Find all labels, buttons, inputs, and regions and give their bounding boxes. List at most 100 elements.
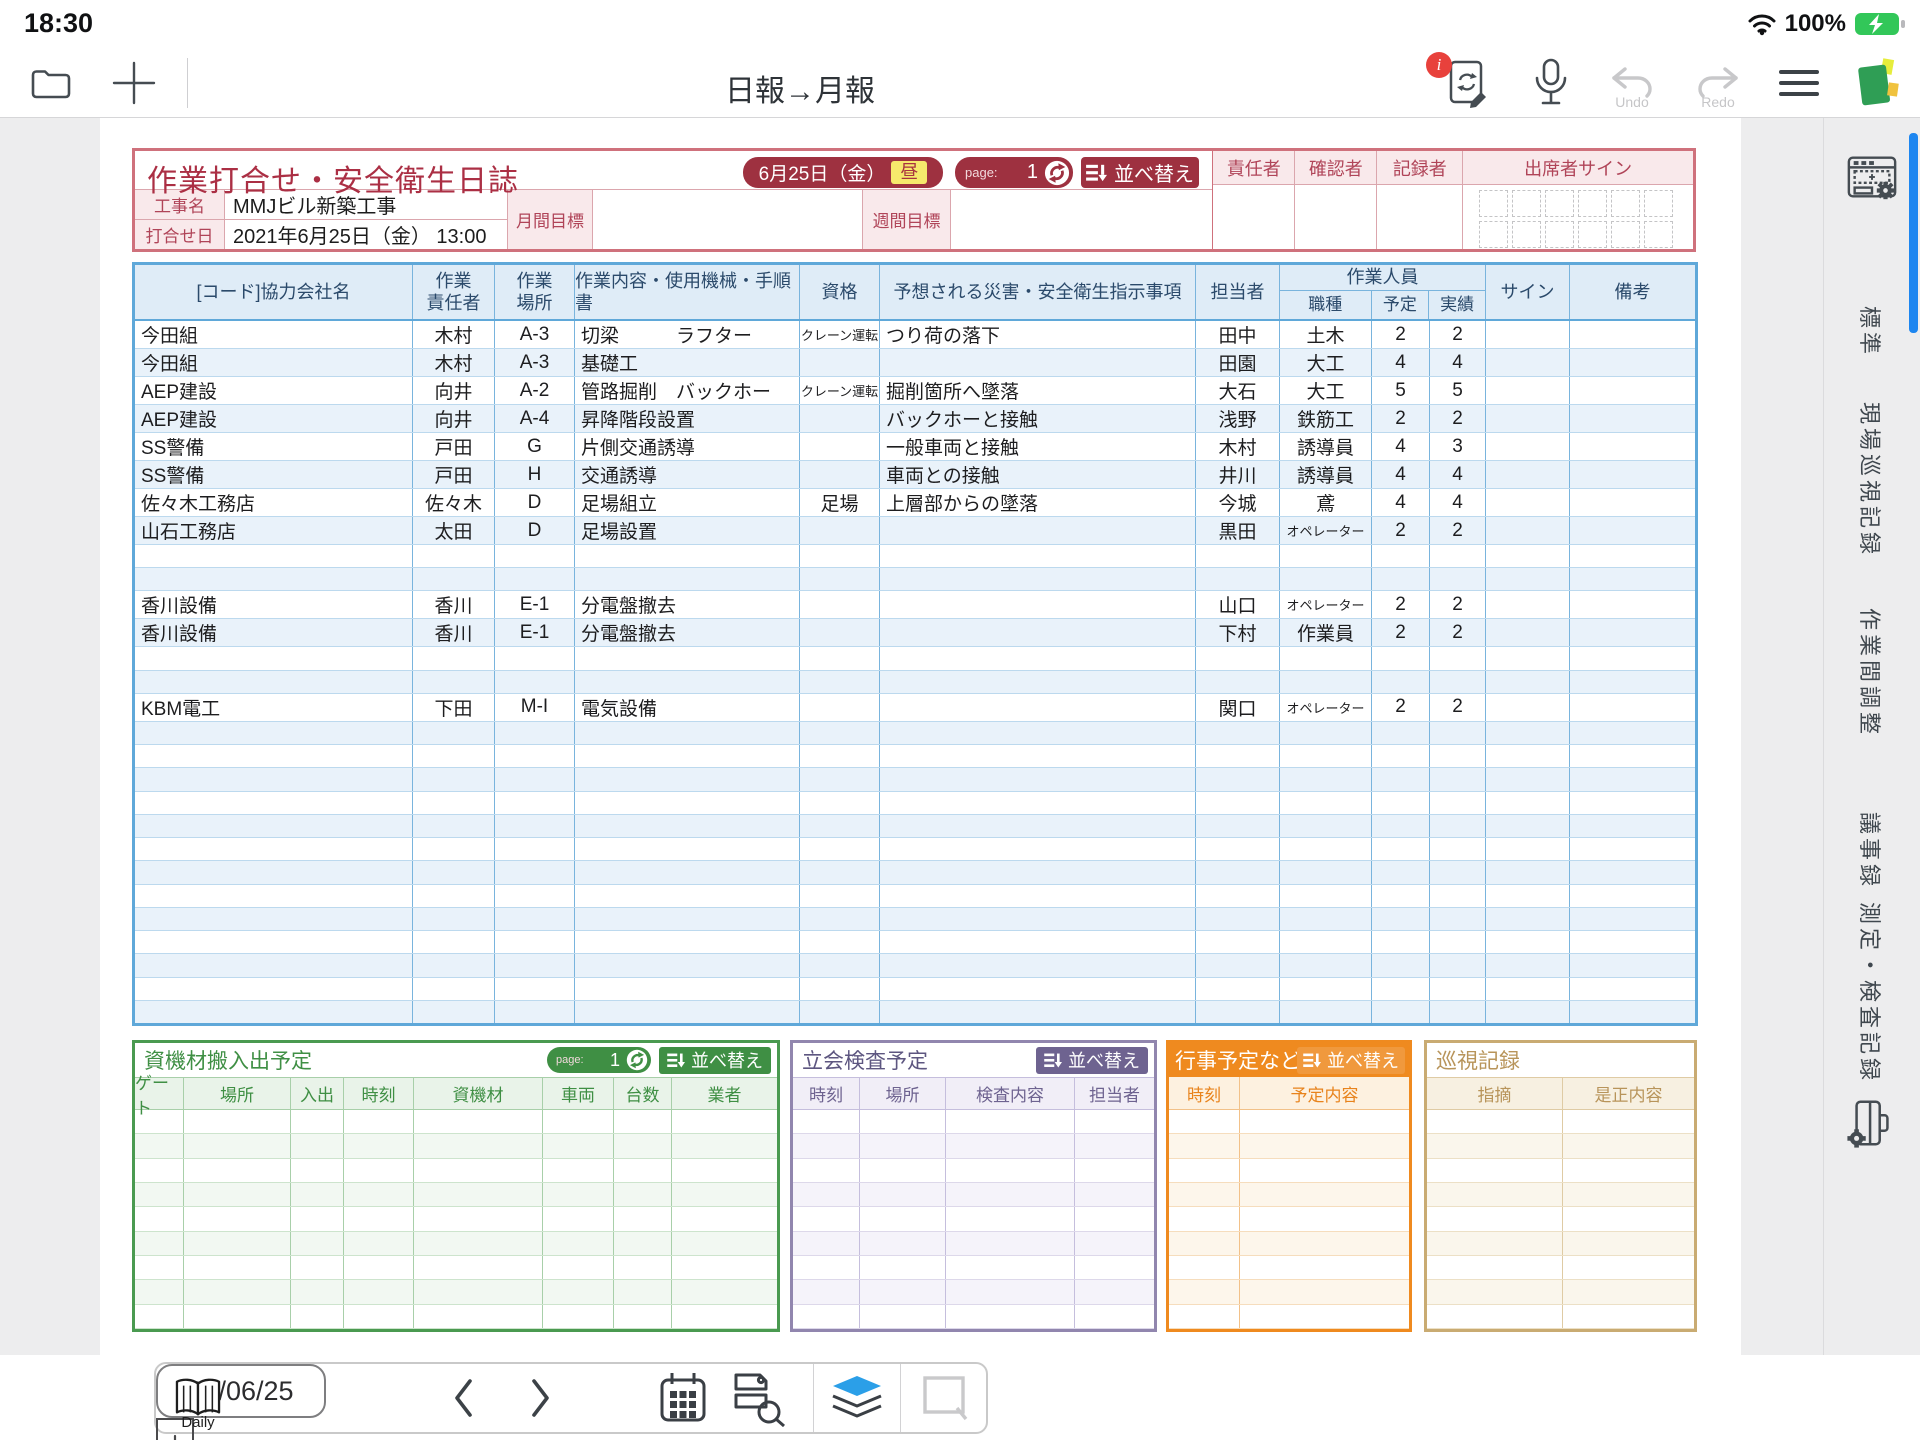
events-row[interactable]: [1169, 1134, 1409, 1158]
cell-work[interactable]: [575, 568, 800, 590]
cell-place[interactable]: [495, 647, 575, 669]
cell-planned[interactable]: [1372, 671, 1430, 693]
cell-sign[interactable]: [1486, 619, 1570, 646]
cell-place[interactable]: A-3: [495, 321, 575, 348]
folder-icon[interactable]: [28, 48, 74, 118]
meeting-date-value[interactable]: 2021年6月25日（金） 13:00: [225, 220, 508, 249]
cell-company[interactable]: [135, 792, 413, 814]
materials-row[interactable]: [135, 1159, 777, 1183]
cell-hazard[interactable]: [880, 517, 1196, 544]
cell-person[interactable]: [1196, 978, 1280, 1000]
cell-note[interactable]: [1570, 489, 1695, 516]
tag-search-button[interactable]: [722, 1364, 792, 1432]
cell-work[interactable]: [575, 792, 800, 814]
cell-actual[interactable]: [1430, 545, 1486, 567]
cell-place[interactable]: [495, 768, 575, 790]
cell-trade[interactable]: [1280, 954, 1372, 976]
sign-box[interactable]: [1479, 221, 1508, 248]
table-row[interactable]: [135, 978, 1695, 1001]
cell-manager[interactable]: [413, 722, 495, 744]
cell-planned[interactable]: [1372, 545, 1430, 567]
cell-sign[interactable]: [1486, 768, 1570, 790]
cell-sign[interactable]: [1486, 861, 1570, 883]
table-row[interactable]: [135, 545, 1695, 568]
cell-note[interactable]: [1570, 978, 1695, 1000]
cell-person[interactable]: [1196, 545, 1280, 567]
cell-company[interactable]: [135, 568, 413, 590]
materials-row[interactable]: [135, 1207, 777, 1231]
cell-note[interactable]: [1570, 768, 1695, 790]
cell-person[interactable]: [1196, 838, 1280, 860]
cell-work[interactable]: [575, 861, 800, 883]
cell-place[interactable]: A-3: [495, 349, 575, 376]
sign-box[interactable]: [1578, 190, 1607, 217]
events-sort-button[interactable]: 並べ替え: [1297, 1047, 1405, 1074]
cell-hazard[interactable]: [880, 931, 1196, 953]
cell-actual[interactable]: [1430, 722, 1486, 744]
cell-actual[interactable]: 4: [1430, 349, 1486, 376]
cell-hazard[interactable]: [880, 768, 1196, 790]
cell-place[interactable]: [495, 671, 575, 693]
cell-place[interactable]: A-4: [495, 405, 575, 432]
cell-person[interactable]: 井川: [1196, 461, 1280, 488]
cell-sign[interactable]: [1486, 931, 1570, 953]
events-row[interactable]: [1169, 1280, 1409, 1304]
cell-qualification[interactable]: [800, 792, 880, 814]
inspection-row[interactable]: [793, 1183, 1154, 1207]
cell-hazard[interactable]: [880, 349, 1196, 376]
cell-actual[interactable]: [1430, 978, 1486, 1000]
patrol-row[interactable]: [1427, 1110, 1694, 1134]
cell-manager[interactable]: [413, 978, 495, 1000]
table-row[interactable]: AEP建設 向井 A-2 管路掘削 バックホー クレーン運転 掘削箇所へ墜落 大…: [135, 377, 1695, 405]
cell-company[interactable]: [135, 908, 413, 930]
cell-actual[interactable]: [1430, 792, 1486, 814]
materials-row[interactable]: [135, 1280, 777, 1304]
cell-qualification[interactable]: [800, 568, 880, 590]
cell-manager[interactable]: [413, 671, 495, 693]
cell-sign[interactable]: [1486, 885, 1570, 907]
cell-hazard[interactable]: バックホーと接触: [880, 405, 1196, 432]
events-row[interactable]: [1169, 1110, 1409, 1134]
cell-planned[interactable]: [1372, 1001, 1430, 1023]
table-row[interactable]: [135, 908, 1695, 931]
cell-work[interactable]: [575, 545, 800, 567]
sheet-tab[interactable]: 現場巡視記録: [1855, 402, 1887, 558]
cell-trade[interactable]: [1280, 815, 1372, 837]
cell-trade[interactable]: [1280, 978, 1372, 1000]
cell-actual[interactable]: 2: [1430, 517, 1486, 544]
cell-place[interactable]: [495, 1001, 575, 1023]
table-row[interactable]: AEP建設 向井 A-4 昇降階段設置 バックホーと接触 浅野 鉄筋工 2 2: [135, 405, 1695, 433]
cell-actual[interactable]: 2: [1430, 619, 1486, 646]
cell-actual[interactable]: [1430, 568, 1486, 590]
cell-hazard[interactable]: [880, 908, 1196, 930]
table-row[interactable]: 香川設備 香川 E-1 分電盤撤去 下村 作業員 2 2: [135, 619, 1695, 647]
cell-person[interactable]: 大石: [1196, 377, 1280, 404]
cell-note[interactable]: [1570, 931, 1695, 953]
cell-planned[interactable]: [1372, 908, 1430, 930]
cell-work[interactable]: [575, 838, 800, 860]
cell-qualification[interactable]: [800, 647, 880, 669]
cell-qualification[interactable]: [800, 517, 880, 544]
cell-planned[interactable]: 2: [1372, 591, 1430, 618]
cell-company[interactable]: [135, 768, 413, 790]
cell-planned[interactable]: 4: [1372, 433, 1430, 460]
cell-place[interactable]: [495, 838, 575, 860]
cell-company[interactable]: SS警備: [135, 433, 413, 460]
cell-work[interactable]: [575, 1001, 800, 1023]
cell-work[interactable]: 電気設備: [575, 694, 800, 721]
table-row[interactable]: 佐々木工務店 佐々木 D 足場組立 足場 上層部からの墜落 今城 鳶 4 4: [135, 489, 1695, 517]
cell-qualification[interactable]: [800, 619, 880, 646]
monthly-goal-value[interactable]: [593, 190, 863, 249]
cell-hazard[interactable]: [880, 978, 1196, 1000]
inspection-row[interactable]: [793, 1134, 1154, 1158]
cell-manager[interactable]: 香川: [413, 619, 495, 646]
cell-trade[interactable]: [1280, 722, 1372, 744]
cell-place[interactable]: [495, 978, 575, 1000]
cell-person[interactable]: [1196, 861, 1280, 883]
cell-actual[interactable]: 2: [1430, 321, 1486, 348]
cell-hazard[interactable]: [880, 671, 1196, 693]
cell-planned[interactable]: [1372, 792, 1430, 814]
cell-sign[interactable]: [1486, 517, 1570, 544]
cell-actual[interactable]: [1430, 838, 1486, 860]
cell-trade[interactable]: 作業員: [1280, 619, 1372, 646]
